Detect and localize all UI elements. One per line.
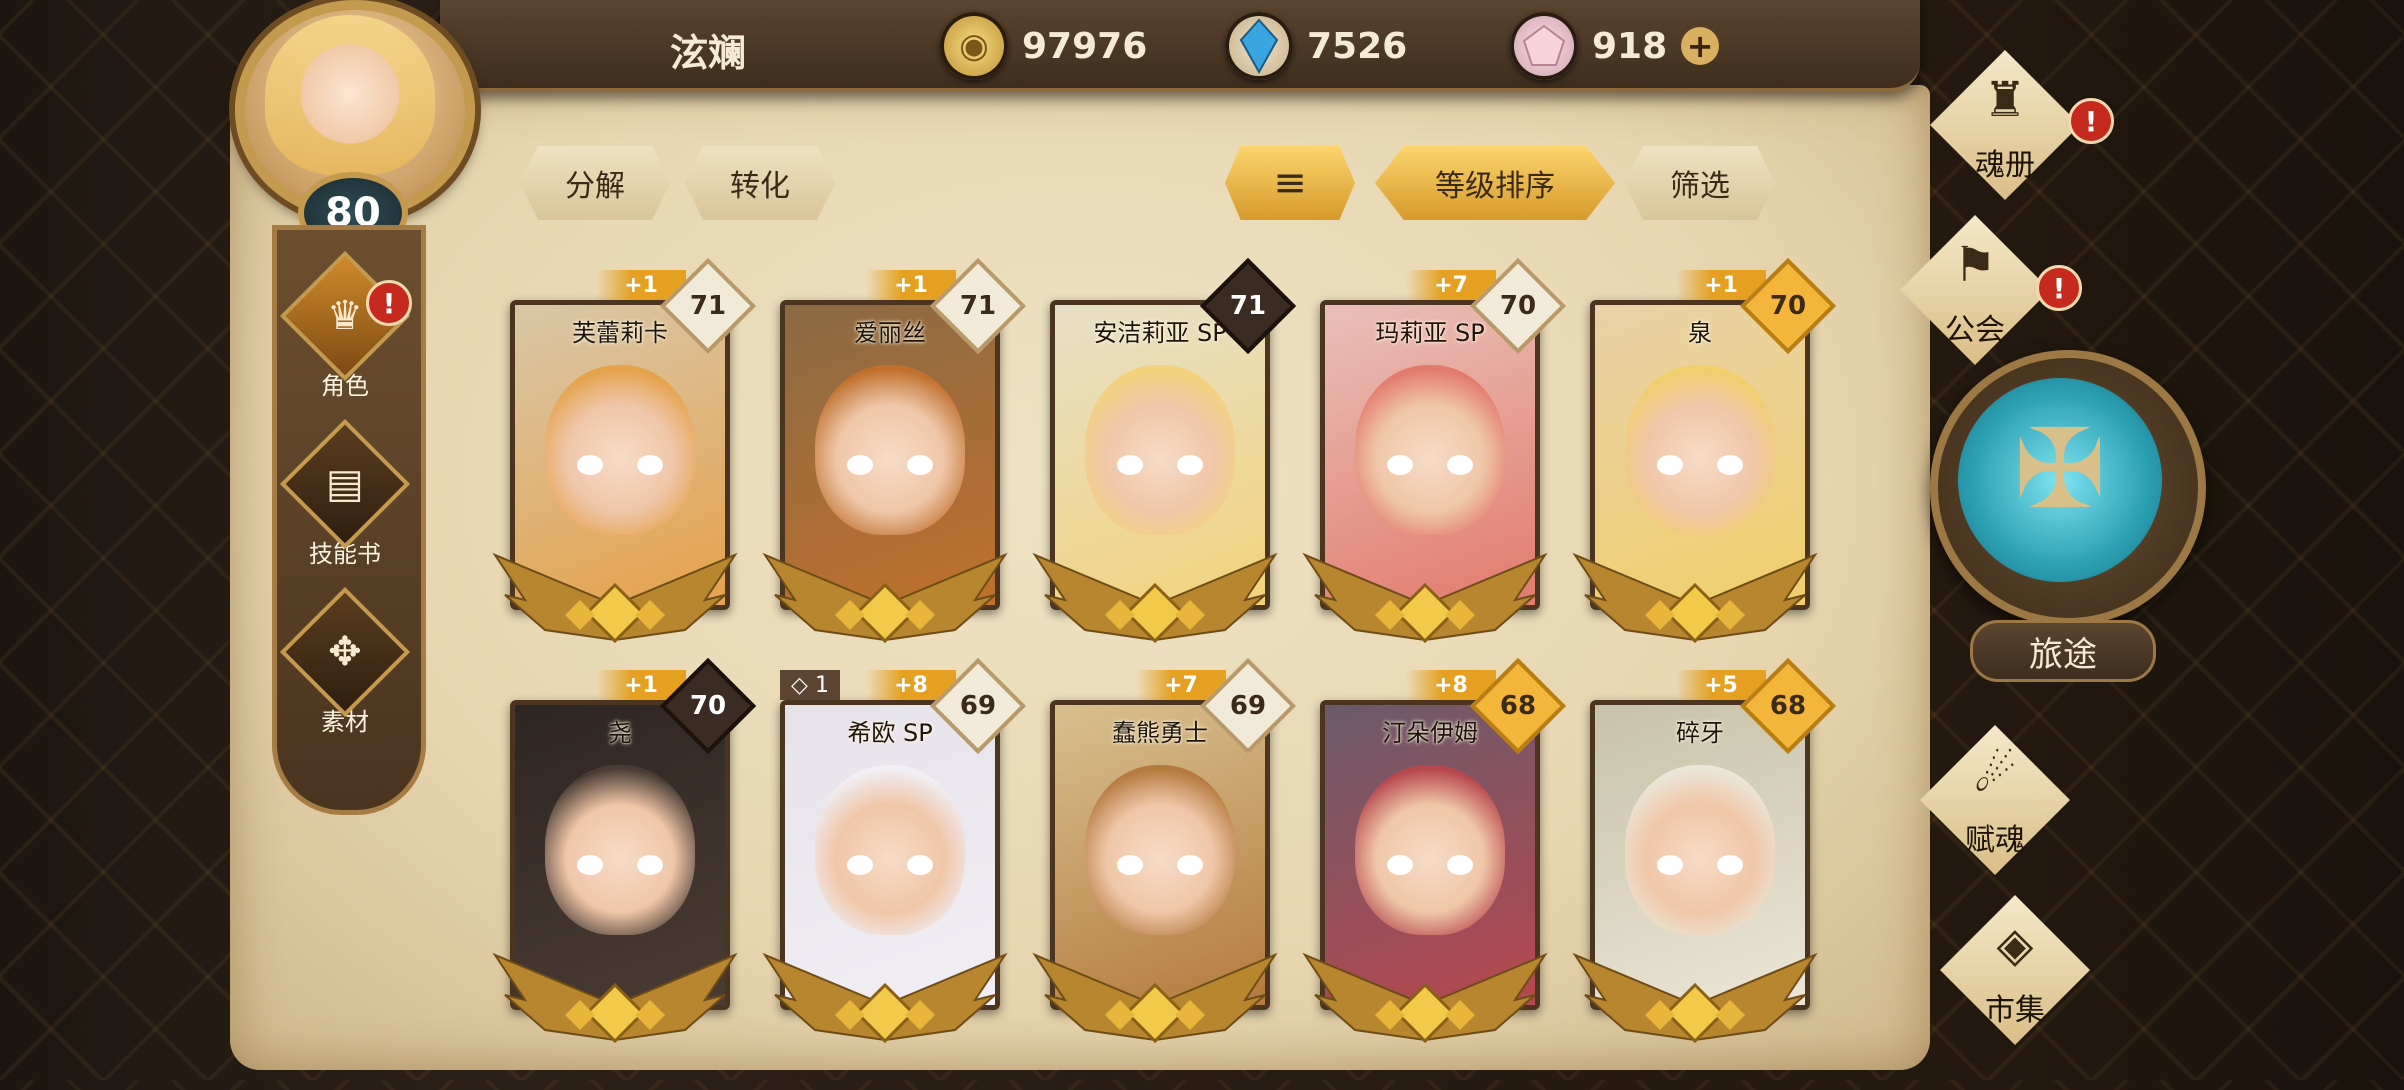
gold-amount: 97976 (1022, 25, 1148, 67)
market-gem-icon: ◈ (1996, 917, 2034, 973)
hero-card[interactable]: 希欧 SP +8 ◇ 1 69 (762, 657, 1027, 1090)
journey-label: 旅途 (1970, 620, 2156, 682)
sort-order-button[interactable]: ≡ (1225, 146, 1355, 220)
soul-book-alert-badge: ! (2068, 98, 2114, 144)
gold-wings-rank-icon (762, 552, 1008, 644)
endow-soul-button[interactable]: ☄ 赋魂 (1880, 725, 2110, 875)
endow-soul-label: 赋魂 (1965, 823, 2025, 858)
sort-lines-icon: ≡ (1273, 160, 1307, 206)
journey-emblem-icon: ✠ (2013, 405, 2107, 533)
gold-wings-rank-icon (1032, 952, 1278, 1044)
filter-button[interactable]: 筛选 (1625, 146, 1775, 220)
hero-card[interactable]: 汀朵伊姆 +8 68 (1302, 657, 1567, 1090)
gold-wings-rank-icon (492, 552, 738, 644)
gold-wings-rank-icon (1032, 552, 1278, 644)
gem-currency: 918 + (1510, 12, 1720, 80)
gold-coin-icon: ◉ (940, 12, 1008, 80)
guild-alert-badge: ! (2036, 265, 2082, 311)
hero-card[interactable]: 玛莉亚 SP +7 70 (1302, 257, 1567, 690)
character-alert-badge: ! (366, 280, 412, 326)
crystal-amount: 7526 (1307, 25, 1408, 67)
gold-wings-rank-icon (1302, 552, 1548, 644)
gold-wings-rank-icon (1302, 952, 1548, 1044)
hero-card[interactable]: 爱丽丝 +1 71 (762, 257, 1027, 690)
skill-book-icon: ▤ (279, 418, 411, 550)
gold-wings-rank-icon (1572, 552, 1818, 644)
hero-card[interactable]: 安洁莉亚 SP 71 (1032, 257, 1297, 690)
decompose-button[interactable]: 分解 (520, 146, 670, 220)
hero-card[interactable]: 芙蕾莉卡 +1 71 (492, 257, 757, 690)
market-button[interactable]: ◈ 市集 (1900, 895, 2130, 1045)
soul-book-label: 魂册 (1975, 148, 2035, 183)
guild-label: 公会 (1945, 313, 2005, 348)
level-sort-button[interactable]: 等级排序 (1375, 146, 1615, 220)
crystal-currency: 7526 (1225, 12, 1407, 80)
gem-amount: 918 (1592, 25, 1668, 67)
hero-card[interactable]: 尧 +1 70 (492, 657, 757, 1090)
hero-card[interactable]: 碎牙 +5 68 (1572, 657, 1837, 1090)
hero-card[interactable]: 蠢熊勇士 +7 69 (1032, 657, 1297, 1090)
gold-wings-rank-icon (1572, 952, 1818, 1044)
market-label: 市集 (1985, 993, 2045, 1028)
blue-crystal-icon (1225, 12, 1293, 80)
gold-wings-rank-icon (762, 952, 1008, 1044)
gold-wings-rank-icon (492, 952, 738, 1044)
sidebar-item-skill-book[interactable]: ▤ 技能书 (275, 418, 415, 580)
material-icon: ✥ (279, 586, 411, 718)
convert-button[interactable]: 转化 (685, 146, 835, 220)
add-gem-button[interactable]: + (1681, 27, 1720, 65)
hero-rune-badge: ◇ 1 (780, 670, 840, 700)
gold-currency: ◉ 97976 (940, 12, 1147, 80)
hero-card[interactable]: 泉 +1 70 (1572, 257, 1837, 690)
pink-gem-icon (1510, 12, 1578, 80)
sidebar-item-material[interactable]: ✥ 素材 (275, 586, 415, 748)
flame-icon: ☄ (1973, 747, 2017, 803)
journey-button[interactable]: ✠ 旅途 (1930, 350, 2206, 690)
player-name: 泫斓 (670, 31, 747, 75)
